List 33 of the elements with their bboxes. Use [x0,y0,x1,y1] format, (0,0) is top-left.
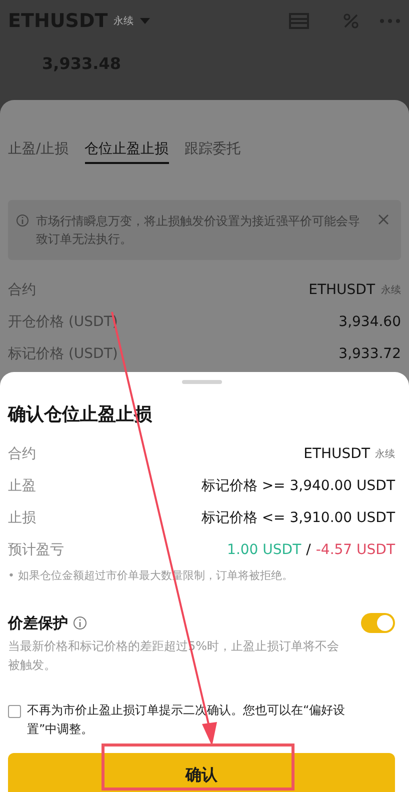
chart-icon[interactable] [289,12,309,30]
confirm-button[interactable]: 确认 [8,753,395,792]
row-label: 合约 [8,281,36,299]
contract-type-label: 永续 [381,284,401,297]
checkbox[interactable] [8,705,21,718]
separator-text: / [306,542,311,558]
row-value: 标记价格 <= 3,910.00 USDT [201,509,395,527]
row-label: 止损 [8,509,36,527]
row-value: ETHUSDT [304,446,370,462]
info-icon [16,214,29,227]
row-label: 止盈 [8,477,36,495]
tab[interactable]: 跟踪委托 [184,140,241,164]
row-value: 3,933.72 [338,346,401,362]
row-value: 标记价格 >= 3,940.00 USDT [201,477,395,495]
percent-icon[interactable] [343,13,359,29]
close-icon[interactable] [378,214,389,225]
loss-value: -4.57 USDT [316,542,395,558]
row-label: 标记价格 (USDT) [8,345,118,363]
protection-label: 价差保护 [8,614,68,632]
row-value: 3,934.60 [338,314,401,330]
notice-text: 市场行情瞬息万变，将止损触发价设置为接近强平价可能会导致订单无法执行。 [36,214,360,246]
tab[interactable]: 止盈/止损 [8,140,69,164]
row-label: 合约 [8,445,36,463]
caret-icon[interactable] [140,18,150,24]
more-icon[interactable] [379,18,401,24]
row-label: 预计盈亏 [8,541,64,559]
toggle-switch[interactable] [361,613,395,633]
contract-type-label: 永续 [375,448,395,461]
row-value: ETHUSDT [308,282,375,298]
tab[interactable]: 仓位止盈止损 [84,140,169,164]
info-icon[interactable] [73,616,87,630]
contract-type-label: 永续 [114,14,134,28]
profit-value: 1.00 USDT [227,542,302,558]
